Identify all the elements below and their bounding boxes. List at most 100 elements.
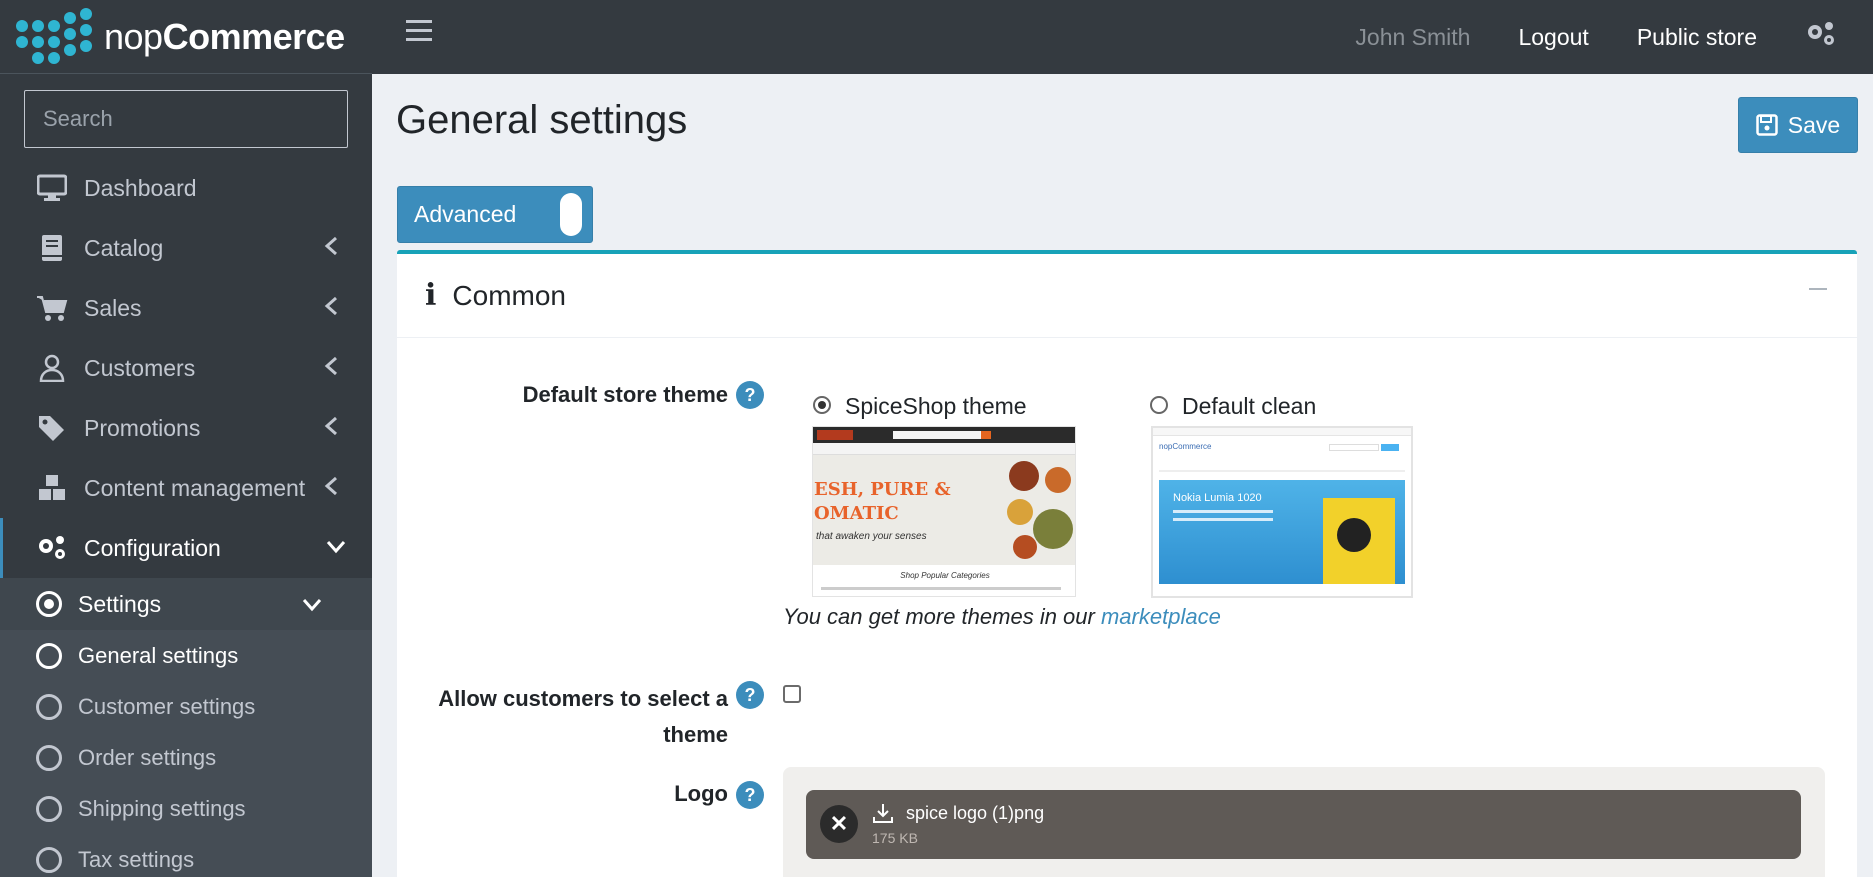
sidebar: nopCommerce Dashboard Catalog Sales — [0, 0, 372, 877]
sidebar-item-label: Order settings — [78, 744, 217, 770]
circle-icon — [36, 744, 62, 771]
card-header[interactable]: i Common — [397, 254, 1857, 338]
preview-menu — [1159, 470, 1405, 472]
sidebar-nav: Dashboard Catalog Sales Customers Promot… — [0, 158, 372, 877]
sidebar-item-content-management[interactable]: Content management — [0, 458, 372, 518]
preview-logo — [817, 430, 853, 440]
top-links: John Smith Logout Public store — [1355, 0, 1837, 74]
logout-link[interactable]: Logout — [1518, 24, 1588, 51]
advanced-toggle-label: Advanced — [414, 201, 517, 227]
allow-select-theme-checkbox[interactable] — [783, 685, 801, 703]
tags-icon — [36, 412, 68, 444]
chevron-left-icon — [324, 296, 337, 316]
sidebar-item-settings[interactable]: Settings — [0, 578, 372, 630]
sidebar-item-customer-settings[interactable]: Customer settings — [0, 681, 372, 732]
preview-section-title: Shop Popular Categories — [900, 571, 990, 580]
chevron-left-icon — [324, 356, 337, 376]
preview-menu — [813, 443, 1075, 455]
logo-label: Logo — [674, 781, 728, 806]
marketplace-link[interactable]: marketplace — [1101, 604, 1221, 629]
brand-logo[interactable]: nopCommerce — [0, 0, 372, 74]
preview-search-button — [1381, 444, 1399, 451]
sidebar-item-label: Settings — [78, 590, 162, 617]
file-name: spice logo (1)png — [906, 803, 1045, 823]
theme-preview-default-clean[interactable]: nopCommerce Nokia Lumia 1020 — [1151, 426, 1413, 598]
hamburger-menu-icon[interactable] — [406, 20, 432, 47]
sidebar-item-label: Sales — [84, 294, 142, 321]
sidebar-item-catalog[interactable]: Catalog — [0, 218, 372, 278]
circle-icon — [36, 795, 62, 822]
phone-camera — [1337, 518, 1371, 552]
sidebar-item-label: Customer settings — [78, 693, 256, 719]
theme-name-spiceshop: SpiceShop theme — [845, 393, 1027, 419]
remove-file-icon[interactable]: ✕ — [820, 805, 858, 843]
chevron-left-icon — [324, 476, 337, 496]
sidebar-item-label: Content management — [84, 474, 306, 501]
preview-topbar — [813, 427, 1075, 443]
floppy-disk-icon — [1756, 114, 1778, 136]
theme-radio-spiceshop[interactable] — [813, 396, 831, 414]
top-navbar: John Smith Logout Public store — [372, 0, 1873, 74]
sidebar-item-general-settings[interactable]: General settings — [0, 630, 372, 681]
save-button[interactable]: Save — [1738, 97, 1858, 153]
preview-text-line — [821, 587, 1061, 590]
preview-text-line — [1173, 518, 1273, 521]
sidebar-item-dashboard[interactable]: Dashboard — [0, 158, 372, 218]
cubes-icon — [36, 472, 68, 504]
sidebar-item-shipping-settings[interactable]: Shipping settings — [0, 783, 372, 834]
theme-name-default-clean: Default clean — [1182, 393, 1317, 419]
card-title: Common — [452, 279, 566, 311]
brand-name-light: nop — [104, 15, 163, 57]
themes-hint: You can get more themes in our marketpla… — [783, 604, 1221, 630]
advanced-toggle[interactable]: Advanced — [397, 186, 593, 243]
uploaded-file-item: ✕ spice logo (1)png 175 KB — [806, 790, 1801, 859]
public-store-link[interactable]: Public store — [1637, 24, 1757, 51]
chevron-down-icon — [326, 541, 346, 554]
save-button-label: Save — [1787, 111, 1841, 138]
help-icon[interactable]: ? — [736, 681, 764, 709]
user-icon — [36, 352, 68, 384]
gears-icon[interactable] — [1805, 20, 1837, 54]
preview-hero-title: Nokia Lumia 1020 — [1173, 492, 1262, 504]
collapse-minus-icon[interactable] — [1809, 288, 1827, 290]
sidebar-item-label: Promotions — [84, 414, 201, 441]
allow-select-theme-label-line2: theme — [663, 722, 728, 747]
nopcommerce-logo-icon — [16, 7, 94, 66]
info-icon: i — [425, 278, 437, 313]
preview-headline: ESH, PURE & — [814, 479, 951, 500]
spice-bowl — [1045, 467, 1071, 493]
search-input[interactable] — [43, 106, 331, 132]
spice-bowl — [1033, 509, 1073, 549]
sidebar-item-label: General settings — [78, 642, 239, 668]
sidebar-item-promotions[interactable]: Promotions — [0, 398, 372, 458]
preview-hero: ESH, PURE & OMATIC that awaken your sens… — [813, 455, 1075, 565]
preview-hero: Nokia Lumia 1020 — [1159, 480, 1405, 584]
preview-logo: nopCommerce — [1159, 442, 1212, 451]
help-icon[interactable]: ? — [736, 381, 764, 409]
file-size: 175 KB — [872, 830, 918, 846]
theme-radio-default-clean[interactable] — [1150, 396, 1168, 414]
theme-preview-spiceshop[interactable]: ESH, PURE & OMATIC that awaken your sens… — [812, 426, 1076, 597]
page-title: General settings — [396, 98, 688, 142]
sidebar-item-tax-settings[interactable]: Tax settings — [0, 834, 372, 877]
current-user-name: John Smith — [1355, 23, 1471, 50]
sidebar-item-sales[interactable]: Sales — [0, 278, 372, 338]
sidebar-item-label: Configuration — [84, 534, 221, 561]
circle-icon — [36, 642, 62, 669]
sidebar-item-label: Dashboard — [84, 174, 197, 201]
preview-search — [1329, 444, 1379, 451]
book-icon — [36, 232, 68, 264]
allow-select-theme-label: Allow customers to select a theme — [420, 681, 728, 753]
sidebar-item-customers[interactable]: Customers — [0, 338, 372, 398]
themes-hint-text: You can get more themes in our — [783, 604, 1101, 629]
circle-dot-icon — [36, 591, 62, 617]
help-icon[interactable]: ? — [736, 781, 764, 809]
sidebar-item-order-settings[interactable]: Order settings — [0, 732, 372, 783]
preview-search — [893, 431, 983, 439]
toggle-knob — [560, 193, 582, 236]
spice-bowl — [1009, 461, 1039, 491]
sidebar-item-configuration[interactable]: Configuration — [0, 518, 372, 578]
download-icon[interactable] — [872, 802, 894, 824]
brand-name: nopCommerce — [104, 16, 345, 58]
chevron-left-icon — [324, 416, 337, 436]
